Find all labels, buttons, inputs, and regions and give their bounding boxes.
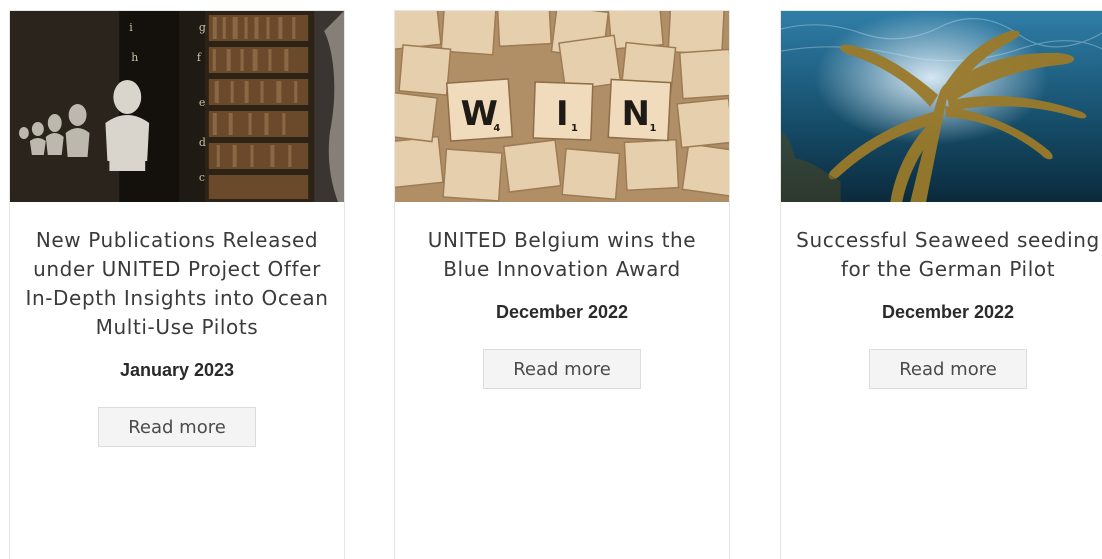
card-date: December 2022: [881, 302, 1015, 322]
card-title[interactable]: Successful Seaweed seeding for the Germa…: [795, 226, 1101, 284]
news-cards: gf ed c ih New Publications Released und…: [0, 0, 1102, 559]
seaweed-image[interactable]: [781, 11, 1102, 202]
tile-letter-n: N: [622, 94, 650, 133]
svg-text:e: e: [199, 96, 205, 109]
svg-text:c: c: [199, 171, 205, 184]
card-title[interactable]: New Publications Released under UNITED P…: [24, 226, 330, 342]
win-tiles-image[interactable]: W 4 I 1 N 1: [395, 11, 729, 202]
svg-text:h: h: [131, 51, 138, 64]
svg-text:1: 1: [649, 123, 656, 134]
news-card: W 4 I 1 N 1 UNITED Belgium wins the Blue…: [394, 10, 730, 559]
card-date: January 2023: [119, 360, 235, 380]
library-image[interactable]: gf ed c ih: [10, 11, 344, 202]
read-more-button[interactable]: Read more: [483, 349, 641, 389]
read-more-button[interactable]: Read more: [869, 349, 1027, 389]
news-card: gf ed c ih New Publications Released und…: [9, 10, 345, 559]
read-more-button[interactable]: Read more: [98, 407, 256, 447]
card-title[interactable]: UNITED Belgium wins the Blue Innovation …: [409, 226, 715, 284]
svg-text:1: 1: [571, 123, 578, 134]
svg-text:d: d: [199, 136, 206, 149]
svg-text:4: 4: [493, 123, 500, 134]
card-date: December 2022: [495, 302, 629, 322]
tile-letter-i: I: [556, 94, 569, 133]
svg-text:i: i: [129, 21, 133, 34]
tile-letter-w: W: [461, 94, 498, 133]
news-card: Successful Seaweed seeding for the Germa…: [780, 10, 1102, 559]
svg-text:g: g: [199, 21, 206, 34]
